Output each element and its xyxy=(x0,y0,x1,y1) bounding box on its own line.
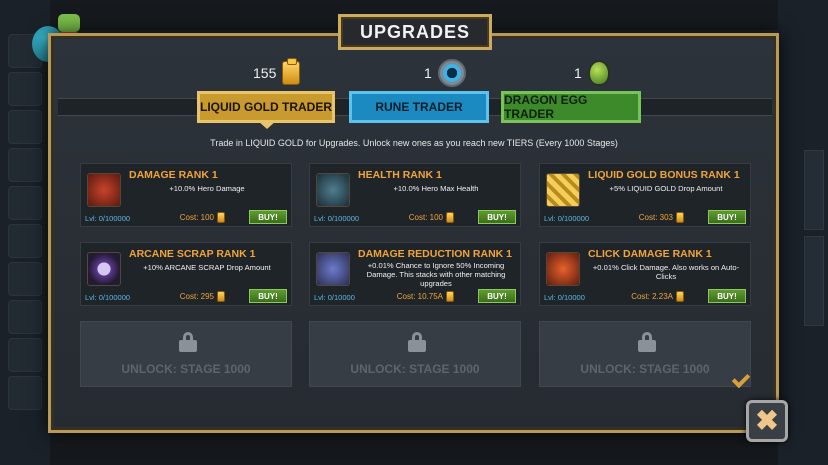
tab-dragon-egg-trader[interactable]: DRAGON EGG TRADER xyxy=(501,91,641,123)
background-side-tab xyxy=(804,236,824,326)
upgrade-title: DAMAGE RANK 1 xyxy=(129,169,218,181)
upgrade-cost: Cost: 2.23A xyxy=(631,291,684,302)
upgrade-description: +0.01% Click Damage. Also works on Auto-… xyxy=(592,263,740,281)
dragon-egg-counter: 1 xyxy=(574,58,610,88)
gold-crate-icon xyxy=(282,58,301,85)
gold-crate-icon xyxy=(676,291,684,302)
unlock-requirement: UNLOCK: STAGE 1000 xyxy=(350,362,480,376)
background-right-panel xyxy=(778,0,828,465)
damage-icon xyxy=(87,173,121,207)
tab-liquid-gold-trader[interactable]: LIQUID GOLD TRADER xyxy=(197,91,335,129)
buy-button[interactable]: BUY! xyxy=(249,210,287,224)
buy-button[interactable]: BUY! xyxy=(478,289,516,303)
upgrade-description: +5% LIQUID GOLD Drop Amount xyxy=(609,184,723,193)
skill-slot xyxy=(8,376,42,410)
cost-text: Cost: 2.23A xyxy=(631,292,673,301)
upgrade-card: DAMAGE REDUCTION RANK 1 +0.01% Chance to… xyxy=(309,242,521,306)
cost-text: Cost: 10.75A xyxy=(396,292,443,301)
upgrade-cost: Cost: 295 xyxy=(180,291,225,302)
upgrade-cost: Cost: 303 xyxy=(639,212,684,223)
cost-text: Cost: 303 xyxy=(638,213,673,222)
gold-crate-icon xyxy=(217,212,225,223)
upgrade-card: ARCANE SCRAP RANK 1 +10% ARCANE SCRAP Dr… xyxy=(80,242,292,306)
skill-slot xyxy=(8,148,42,182)
lock-icon xyxy=(408,332,426,352)
close-button[interactable]: ✖ xyxy=(746,400,788,442)
skill-slot xyxy=(8,300,42,334)
lock-icon xyxy=(179,332,197,352)
health-icon xyxy=(316,173,350,207)
skill-slot xyxy=(8,262,42,296)
skill-slot xyxy=(8,224,42,258)
upgrade-level: Lvl: 0/10000 xyxy=(544,293,585,302)
liquid-gold-counter: 155 xyxy=(253,58,301,88)
locked-upgrade-slot: UNLOCK: STAGE 1000 xyxy=(309,321,521,387)
liquid-gold-amount: 155 xyxy=(253,65,277,81)
upgrade-card: CLICK DAMAGE RANK 1 +0.01% Click Damage.… xyxy=(539,242,751,306)
upgrade-cost: Cost: 10.75A xyxy=(397,291,454,302)
dragon-egg-amount: 1 xyxy=(574,65,582,81)
rune-icon xyxy=(437,59,466,87)
lock-icon xyxy=(638,332,656,352)
gold-crate-icon xyxy=(446,291,454,302)
upgrade-description: +10.0% Hero Damage xyxy=(169,184,245,193)
gold-crate-icon xyxy=(676,212,684,223)
buy-button[interactable]: BUY! xyxy=(249,289,287,303)
upgrade-description: +10.0% Hero Max Health xyxy=(393,184,479,193)
upgrade-title: CLICK DAMAGE RANK 1 xyxy=(588,248,712,260)
rune-amount: 1 xyxy=(424,65,432,81)
cost-text: Cost: 100 xyxy=(179,213,214,222)
upgrade-title: DAMAGE REDUCTION RANK 1 xyxy=(358,248,513,260)
upgrade-card: LIQUID GOLD BONUS RANK 1 +5% LIQUID GOLD… xyxy=(539,163,751,227)
click-damage-icon xyxy=(546,252,580,286)
upgrade-title: ARCANE SCRAP RANK 1 xyxy=(129,248,256,260)
upgrade-title: LIQUID GOLD BONUS RANK 1 xyxy=(588,169,740,181)
buy-button[interactable]: BUY! xyxy=(708,289,746,303)
upgrade-level: Lvl: 0/100000 xyxy=(85,293,131,302)
upgrade-level: Lvl: 0/100000 xyxy=(314,214,360,223)
skill-slot xyxy=(8,338,42,372)
modal-title: UPGRADES xyxy=(338,14,492,50)
trader-description: Trade in LIQUID GOLD for Upgrades. Unloc… xyxy=(210,138,618,148)
upgrade-cost: Cost: 100 xyxy=(180,212,225,223)
damage-reduction-icon xyxy=(316,252,350,286)
locked-upgrade-slot: UNLOCK: STAGE 1000 xyxy=(80,321,292,387)
upgrade-level: Lvl: 0/100000 xyxy=(85,214,131,223)
unlock-requirement: UNLOCK: STAGE 1000 xyxy=(121,362,251,376)
locked-upgrade-slot: UNLOCK: STAGE 1000 xyxy=(539,321,751,387)
skill-slot xyxy=(8,186,42,220)
upgrade-description: +0.01% Chance to Ignore 50% Incoming Dam… xyxy=(366,261,506,288)
unlock-requirement: UNLOCK: STAGE 1000 xyxy=(580,362,710,376)
tab-rune-trader[interactable]: RUNE TRADER xyxy=(349,91,489,123)
gold-crate-icon xyxy=(217,291,225,302)
arcane-scrap-icon xyxy=(87,252,121,286)
cost-text: Cost: 100 xyxy=(408,213,443,222)
liquid-gold-icon xyxy=(546,173,580,207)
skill-slot xyxy=(8,72,42,106)
game-screen: UPGRADES 155 1 1 LIQUID GOLD TRADER RUNE… xyxy=(0,0,828,465)
upgrade-level: Lvl: 0/100000 xyxy=(544,214,590,223)
upgrade-cost: Cost: 100 xyxy=(409,212,454,223)
buy-button[interactable]: BUY! xyxy=(708,210,746,224)
background-side-tab xyxy=(804,150,824,230)
upgrade-card: DAMAGE RANK 1 +10.0% Hero Damage Lvl: 0/… xyxy=(80,163,292,227)
rune-counter: 1 xyxy=(424,58,466,88)
upgrade-card: HEALTH RANK 1 +10.0% Hero Max Health Lvl… xyxy=(309,163,521,227)
dragon-egg-icon xyxy=(587,60,610,86)
cost-text: Cost: 295 xyxy=(179,292,214,301)
upgrade-level: Lvl: 0/10000 xyxy=(314,293,355,302)
upgrade-title: HEALTH RANK 1 xyxy=(358,169,442,181)
buy-button[interactable]: BUY! xyxy=(478,210,516,224)
gold-crate-icon xyxy=(446,212,454,223)
upgrade-description: +10% ARCANE SCRAP Drop Amount xyxy=(143,263,271,272)
